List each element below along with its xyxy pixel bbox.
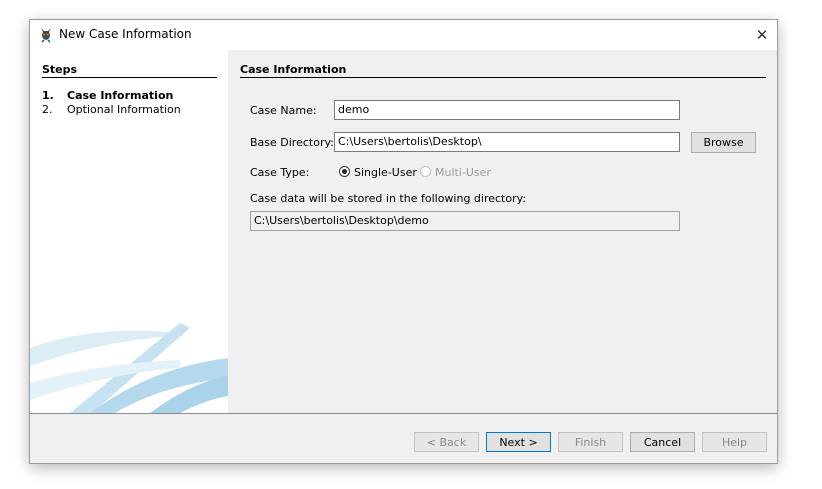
close-button[interactable]: ✕	[747, 20, 777, 50]
window-title: New Case Information	[59, 27, 192, 41]
title-bar: New Case Information ✕	[30, 20, 777, 50]
step-optional-information: 2. Optional Information	[42, 103, 181, 116]
case-type-label: Case Type:	[250, 166, 310, 179]
new-case-dialog: New Case Information ✕ Steps 1. Case Info…	[29, 19, 778, 464]
help-button[interactable]: Help	[702, 432, 767, 452]
panel-heading: Case Information	[240, 63, 766, 78]
case-information-panel: Case Information Case Name: demo Base Di…	[228, 50, 777, 413]
storage-path-field: C:\Users\bertolis\Desktop\demo	[250, 211, 680, 231]
back-button[interactable]: < Back	[414, 432, 479, 452]
step-number: 2.	[42, 103, 53, 116]
autopsy-dog-icon	[41, 28, 51, 43]
browse-button[interactable]: Browse	[691, 132, 756, 153]
wizard-decoration	[30, 323, 228, 413]
finish-button[interactable]: Finish	[558, 432, 623, 452]
base-directory-label: Base Directory:	[250, 136, 334, 149]
next-button[interactable]: Next >	[486, 432, 551, 452]
case-name-input[interactable]: demo	[334, 100, 680, 120]
step-number: 1.	[42, 89, 54, 102]
steps-heading: Steps	[42, 63, 217, 78]
cancel-button[interactable]: Cancel	[630, 432, 695, 452]
close-icon: ✕	[755, 26, 769, 44]
base-directory-input[interactable]: C:\Users\bertolis\Desktop\	[334, 132, 680, 152]
storage-note: Case data will be stored in the followin…	[250, 192, 527, 205]
step-label: Optional Information	[67, 103, 181, 116]
step-label: Case Information	[67, 89, 174, 102]
steps-panel: Steps 1. Case Information 2. Optional Info…	[30, 50, 228, 413]
case-name-label: Case Name:	[250, 104, 317, 117]
multi-user-label: Multi-User	[435, 166, 491, 179]
step-case-information: 1. Case Information	[42, 89, 173, 102]
wizard-footer: < Back Next > Finish Cancel Help	[30, 414, 777, 463]
single-user-label[interactable]: Single-User	[354, 166, 417, 179]
multi-user-radio	[420, 166, 431, 177]
single-user-radio[interactable]	[339, 166, 350, 177]
